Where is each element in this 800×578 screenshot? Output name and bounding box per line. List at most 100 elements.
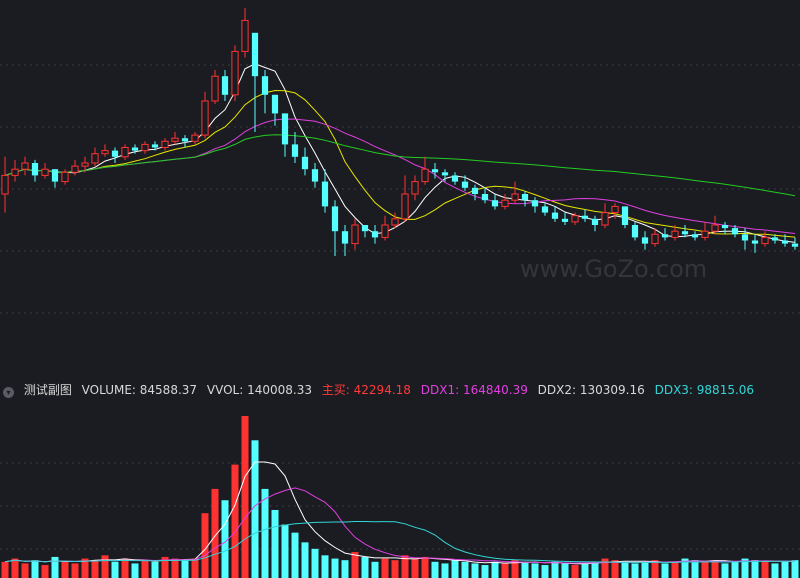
candle-body bbox=[41, 168, 49, 176]
chevron-down-icon[interactable]: ▾ bbox=[3, 387, 14, 398]
candle-body bbox=[391, 218, 399, 226]
candle-body bbox=[171, 137, 179, 142]
volume-gridlines bbox=[0, 462, 800, 550]
candle-body bbox=[521, 194, 529, 201]
volume-bar bbox=[281, 524, 289, 578]
candle-body bbox=[671, 230, 679, 238]
volume-bar bbox=[191, 558, 199, 578]
candle-body bbox=[531, 200, 539, 207]
candle-body bbox=[691, 234, 699, 238]
volume-bar bbox=[391, 560, 399, 578]
indicator-volume: VOLUME: 84588.37 bbox=[81, 383, 198, 397]
candle-body bbox=[31, 163, 39, 176]
candle-body bbox=[601, 212, 609, 226]
candle-body bbox=[21, 162, 29, 170]
candle-body bbox=[271, 94, 279, 114]
volume-bars bbox=[1, 416, 799, 578]
candle-body bbox=[771, 237, 779, 241]
candle-body bbox=[11, 168, 19, 176]
volume-bar bbox=[691, 560, 699, 578]
candle-body bbox=[111, 150, 119, 157]
candle-body bbox=[211, 75, 219, 102]
candle-body bbox=[421, 168, 429, 183]
candle-body bbox=[651, 233, 659, 245]
candle-body bbox=[571, 215, 579, 223]
volume-bar bbox=[791, 560, 799, 578]
sub-panel-header: ▾ 测试副图 VOLUME: 84588.37 VVOL: 140008.33 … bbox=[0, 380, 800, 400]
candle-body bbox=[551, 212, 559, 219]
volume-bar bbox=[111, 561, 119, 578]
volume-bar bbox=[361, 556, 369, 578]
candle-body bbox=[611, 205, 619, 214]
volume-bar bbox=[721, 563, 729, 578]
candle-body bbox=[631, 225, 639, 238]
volume-bar bbox=[471, 563, 479, 578]
candle-body bbox=[401, 193, 409, 220]
volume-bar bbox=[491, 561, 499, 578]
volume-bar bbox=[641, 561, 649, 578]
candle-body bbox=[581, 215, 589, 219]
candles bbox=[1, 8, 799, 256]
volume-bar bbox=[151, 561, 159, 578]
candle-body bbox=[791, 243, 799, 247]
candle-body bbox=[541, 206, 549, 213]
volume-bar bbox=[121, 558, 129, 578]
volume-bar bbox=[171, 558, 179, 578]
volume-bar bbox=[671, 561, 679, 578]
candle-body bbox=[71, 165, 79, 173]
candle-body bbox=[641, 237, 649, 244]
candle-body bbox=[61, 171, 69, 183]
volume-bar bbox=[461, 561, 469, 578]
candle-body bbox=[321, 181, 329, 207]
volume-bar bbox=[181, 560, 189, 578]
candle-body bbox=[491, 200, 499, 207]
volume-bar bbox=[451, 560, 459, 578]
candle-body bbox=[441, 172, 449, 176]
candle-body bbox=[261, 76, 269, 95]
volume-bar bbox=[331, 558, 339, 578]
volume-bar bbox=[21, 563, 29, 578]
volume-bar bbox=[591, 561, 599, 578]
volume-bar bbox=[631, 563, 639, 578]
volume-bar bbox=[131, 563, 139, 578]
candlestick-chart[interactable]: www.GoZo.com bbox=[0, 0, 800, 380]
volume-bar bbox=[61, 561, 69, 578]
candle-body bbox=[621, 206, 629, 225]
ma60-line bbox=[4, 134, 796, 197]
candle-body bbox=[291, 144, 299, 157]
candle-body bbox=[331, 206, 339, 232]
candle-body bbox=[781, 240, 789, 244]
candle-body bbox=[141, 143, 149, 152]
candle-body bbox=[341, 231, 349, 244]
volume-bar bbox=[771, 563, 779, 578]
candle-body bbox=[121, 147, 129, 158]
volume-ma10-line bbox=[4, 487, 795, 564]
candle-body bbox=[711, 224, 719, 232]
volume-bar bbox=[291, 532, 299, 578]
volume-bar bbox=[11, 558, 19, 578]
volume-bar bbox=[481, 565, 489, 578]
sub-panel-title: 测试副图 bbox=[23, 383, 72, 397]
volume-bar bbox=[351, 552, 359, 578]
indicator-ddx3: DDX3: 98815.06 bbox=[654, 383, 755, 397]
volume-bar bbox=[621, 561, 629, 578]
candle-body bbox=[761, 236, 769, 245]
candle-body bbox=[51, 169, 59, 182]
volume-bar bbox=[231, 464, 239, 578]
volume-bar bbox=[441, 563, 449, 578]
ma10-line bbox=[4, 89, 796, 238]
candle-body bbox=[461, 181, 469, 188]
candle-body bbox=[191, 134, 199, 142]
candle-body bbox=[281, 113, 289, 145]
volume-bar bbox=[101, 555, 109, 578]
candle-body bbox=[251, 32, 259, 77]
volume-chart[interactable] bbox=[0, 400, 800, 578]
volume-bar bbox=[551, 561, 559, 578]
candle-body bbox=[231, 50, 239, 96]
candle-body bbox=[721, 225, 729, 229]
candle-body bbox=[151, 144, 159, 148]
candle-body bbox=[591, 218, 599, 225]
candle-body bbox=[81, 162, 89, 167]
candle-body bbox=[371, 231, 379, 238]
indicator-ddx1: DDX1: 164840.39 bbox=[420, 383, 528, 397]
